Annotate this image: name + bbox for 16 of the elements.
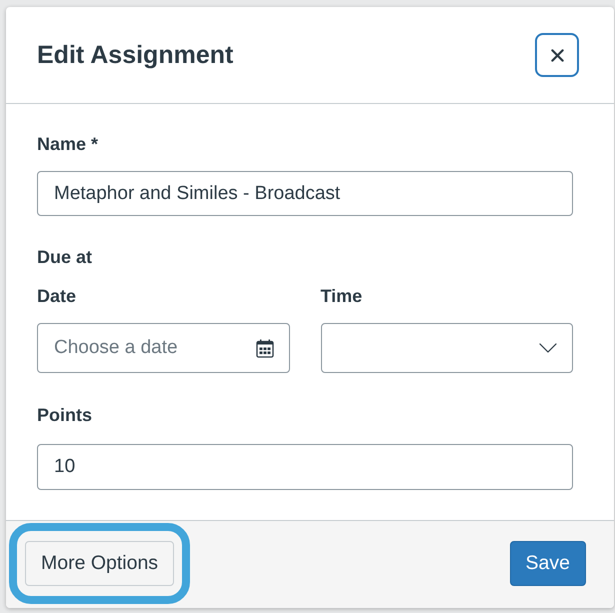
field-label: Time — [320, 285, 362, 307]
section-heading: Due at — [37, 246, 92, 268]
close-icon — [550, 48, 564, 62]
date-input-field[interactable]: Choose a date — [37, 323, 290, 373]
field-label: Date — [37, 285, 76, 307]
close-button[interactable] — [535, 33, 579, 77]
options-button[interactable]: More Options — [25, 540, 174, 586]
save-button[interactable]: Save — [510, 540, 586, 586]
calendar-icon — [256, 338, 274, 358]
points-input-field[interactable]: 10 — [37, 444, 573, 490]
chevron-down-icon — [539, 343, 557, 353]
field-label: Name * — [37, 133, 98, 155]
field-label: Points — [37, 404, 92, 426]
name-input-field[interactable]: Metaphor and Similes - Broadcast — [37, 171, 573, 216]
time-select-field[interactable] — [320, 323, 573, 373]
dialog-title: Edit Assignment — [37, 40, 234, 70]
